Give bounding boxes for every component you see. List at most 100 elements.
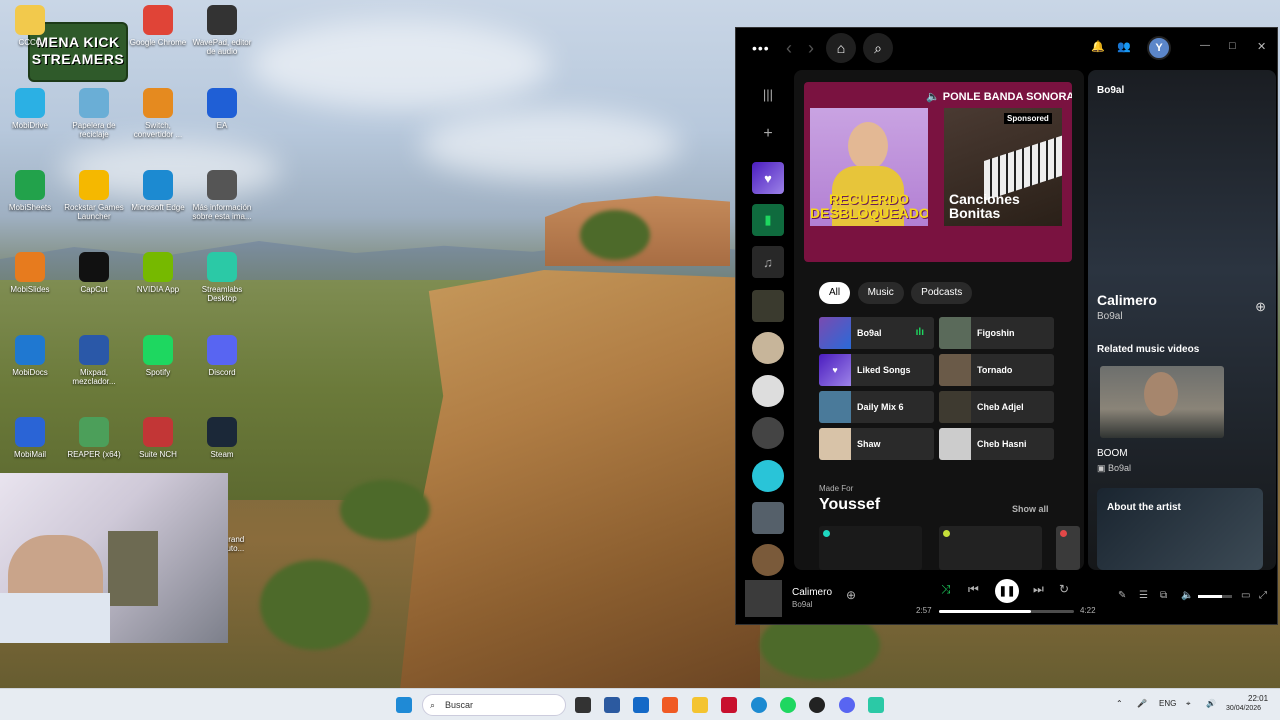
- spotify-icon[interactable]: [780, 697, 796, 713]
- speaker-icon[interactable]: 🔊: [1206, 699, 1216, 708]
- desktop-icon[interactable]: MobiSlides: [0, 252, 60, 294]
- now-playing-artist[interactable]: Bo9al: [1097, 311, 1123, 322]
- desktop-icon[interactable]: CCCC: [0, 5, 60, 47]
- avatar[interactable]: Y: [1147, 36, 1171, 60]
- desktop-icon[interactable]: MobiSheets: [0, 170, 60, 212]
- about-artist-card[interactable]: About the artist: [1097, 488, 1263, 570]
- ad-card-canciones[interactable]: Canciones Bonitas: [944, 108, 1062, 226]
- desktop-icon[interactable]: Papelera de reciclaje: [64, 88, 124, 139]
- desktop-icon[interactable]: REAPER (x64): [64, 417, 124, 459]
- tray-chevron-icon[interactable]: ⌃: [1116, 699, 1123, 708]
- desktop-icon[interactable]: Google Chrome: [128, 5, 188, 47]
- brave-icon[interactable]: [662, 697, 678, 713]
- desktop-icon[interactable]: WavePad, editor de audio: [192, 5, 252, 56]
- shuffle-icon[interactable]: ⤨: [941, 582, 951, 597]
- forward-icon[interactable]: ›: [808, 38, 814, 59]
- shortcut-item[interactable]: ♥ Liked Songs: [819, 354, 934, 386]
- start-icon[interactable]: [396, 697, 412, 713]
- streamlabs-icon[interactable]: [868, 697, 884, 713]
- minimize-button[interactable]: —: [1200, 40, 1210, 51]
- liked-songs-item[interactable]: ♥: [752, 162, 784, 194]
- more-menu-icon[interactable]: •••: [752, 40, 770, 56]
- volume-icon[interactable]: 🔈: [1181, 590, 1193, 601]
- desktop-icon[interactable]: NVIDIA App: [128, 252, 188, 294]
- mini-player-icon[interactable]: ▭: [1241, 590, 1250, 601]
- home-button[interactable]: ⌂: [826, 33, 856, 63]
- desktop-icon[interactable]: Switch, convertidor ...: [128, 88, 188, 139]
- app-icon[interactable]: [604, 697, 620, 713]
- queue-icon[interactable]: ☰: [1139, 590, 1148, 601]
- obs-icon[interactable]: [809, 697, 825, 713]
- desktop-icon[interactable]: Streamlabs Desktop: [192, 252, 252, 303]
- filter-music[interactable]: Music: [857, 282, 904, 304]
- previous-icon[interactable]: ⏮: [968, 582, 979, 597]
- player-track-artist[interactable]: Bo9al: [792, 600, 812, 609]
- desktop-icon[interactable]: MobiDrive: [0, 88, 60, 130]
- shortcut-item[interactable]: Cheb Adjel: [939, 391, 1054, 423]
- desktop-icon[interactable]: Suite NCH: [128, 417, 188, 459]
- daily-mix-card[interactable]: [1056, 526, 1080, 570]
- library-artist-item[interactable]: [752, 332, 784, 364]
- show-all-link[interactable]: Show all: [1012, 504, 1049, 514]
- shortcut-item[interactable]: Daily Mix 6: [819, 391, 934, 423]
- desktop-icon[interactable]: Discord: [192, 335, 252, 377]
- desktop-icon[interactable]: MobiDocs: [0, 335, 60, 377]
- filter-all[interactable]: All: [819, 282, 851, 304]
- task-view-icon[interactable]: [575, 697, 591, 713]
- search-button[interactable]: ⌕: [863, 33, 893, 63]
- desktop-icon[interactable]: EA: [192, 88, 252, 130]
- library-playlist-item[interactable]: [752, 290, 784, 322]
- connect-device-icon[interactable]: ⧉: [1160, 590, 1167, 601]
- ad-card-recuerdo[interactable]: RECUERDO DESBLOQUEADO: [810, 108, 928, 226]
- library-artist-item[interactable]: [752, 375, 784, 407]
- sponsored-banner[interactable]: 🔈 PONLE BANDA SONORA RECUERDO DESBLOQUEA…: [804, 82, 1072, 262]
- pause-button[interactable]: ❚❚: [995, 579, 1019, 603]
- language-indicator[interactable]: ENG: [1159, 699, 1176, 708]
- clock-time[interactable]: 22:01: [1248, 694, 1268, 703]
- related-video-artist[interactable]: ▣ Bo9al: [1097, 463, 1131, 474]
- clock-date[interactable]: 30/04/2026: [1226, 705, 1261, 712]
- library-icon[interactable]: |||: [752, 78, 784, 110]
- your-episodes-item[interactable]: ▮: [752, 204, 784, 236]
- taskbar-search[interactable]: ⌕ Buscar: [422, 694, 566, 716]
- desktop-icon[interactable]: Más información sobre esta ima...: [192, 170, 252, 221]
- bell-icon[interactable]: 🔔: [1091, 40, 1105, 53]
- acrobat-icon[interactable]: [721, 697, 737, 713]
- progress-bar[interactable]: [939, 610, 1074, 613]
- related-video-thumb[interactable]: [1100, 366, 1224, 438]
- close-button[interactable]: ✕: [1257, 40, 1266, 53]
- discord-icon[interactable]: [839, 697, 855, 713]
- now-playing-view-icon[interactable]: ✎: [1118, 590, 1126, 601]
- fullscreen-icon[interactable]: ⤢: [1259, 590, 1267, 601]
- filter-podcasts[interactable]: Podcasts: [911, 282, 973, 304]
- local-files-item[interactable]: ♫: [752, 246, 784, 278]
- file-explorer-icon[interactable]: [692, 697, 708, 713]
- back-icon[interactable]: ‹: [786, 38, 792, 59]
- add-to-playlist-icon[interactable]: ⊕: [1255, 299, 1266, 315]
- now-playing-title[interactable]: Calimero: [1097, 292, 1157, 308]
- next-icon[interactable]: ⏭: [1033, 582, 1044, 597]
- desktop-icon[interactable]: CapCut: [64, 252, 124, 294]
- daily-mix-card[interactable]: [939, 526, 1042, 570]
- player-track-title[interactable]: Calimero: [792, 587, 832, 598]
- shortcut-item[interactable]: Bo9al ılı: [819, 317, 934, 349]
- desktop-icon[interactable]: Rockstar Games Launcher: [64, 170, 124, 221]
- microphone-icon[interactable]: 🎤: [1137, 699, 1147, 708]
- made-for-name[interactable]: Youssef: [819, 496, 880, 514]
- related-video-title[interactable]: BOOM: [1097, 448, 1128, 459]
- edge-icon[interactable]: [751, 697, 767, 713]
- volume-slider[interactable]: [1198, 595, 1232, 598]
- shortcut-item[interactable]: Cheb Hasni: [939, 428, 1054, 460]
- library-artist-item[interactable]: [752, 417, 784, 449]
- now-playing-cover[interactable]: [745, 580, 782, 617]
- desktop-icon[interactable]: Spotify: [128, 335, 188, 377]
- shortcut-item[interactable]: Tornado: [939, 354, 1054, 386]
- desktop-icon[interactable]: MobiMail: [0, 417, 60, 459]
- create-plus-icon[interactable]: +: [752, 118, 784, 150]
- store-icon[interactable]: [633, 697, 649, 713]
- daily-mix-card[interactable]: [819, 526, 922, 570]
- desktop-icon[interactable]: Mixpad, mezclador...: [64, 335, 124, 386]
- library-playlist-item[interactable]: [752, 502, 784, 534]
- shortcut-item[interactable]: Shaw: [819, 428, 934, 460]
- library-artist-item[interactable]: [752, 460, 784, 492]
